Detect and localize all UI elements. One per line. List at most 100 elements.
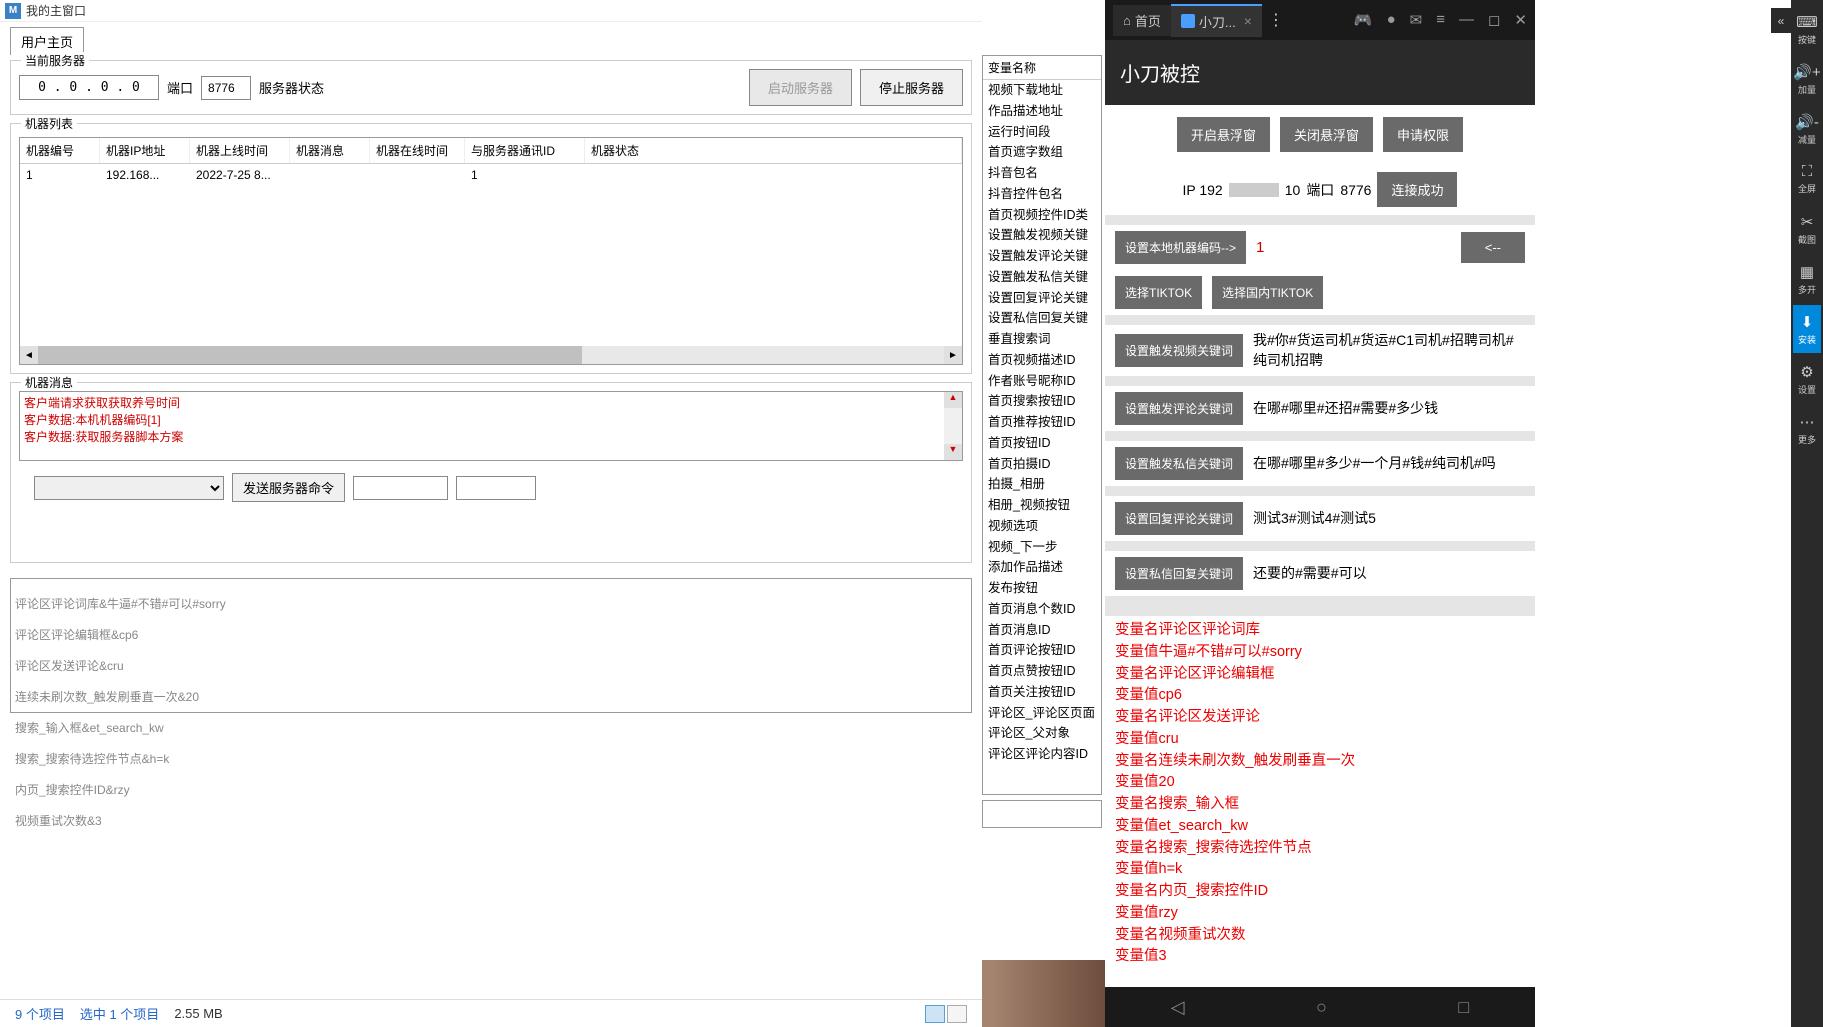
variable-item[interactable]: 拍摄_相册 <box>983 474 1101 495</box>
variable-item[interactable]: 评论区评论内容ID <box>983 744 1101 765</box>
close-float-button[interactable]: 关闭悬浮窗 <box>1280 117 1373 152</box>
more-tabs-icon[interactable]: ⋮ <box>1268 10 1284 30</box>
variable-item[interactable]: 首页遮字数组 <box>983 142 1101 163</box>
local-code-value: 1 <box>1256 239 1451 256</box>
scroll-left-arrow[interactable]: ◄ <box>20 346 38 364</box>
variable-item[interactable]: 首页推荐按钮ID <box>983 412 1101 433</box>
side-tool-减量[interactable]: 🔊-减量 <box>1793 105 1821 153</box>
maximize-icon[interactable]: ◻ <box>1488 11 1500 29</box>
set-keyword-button[interactable]: 设置触发视频关键词 <box>1115 334 1243 367</box>
view-icon-details[interactable] <box>925 1005 945 1023</box>
nav-home-icon[interactable]: ○ <box>1316 997 1327 1018</box>
request-perm-button[interactable]: 申请权限 <box>1383 117 1463 152</box>
variable-item[interactable]: 首页视频描述ID <box>983 350 1101 371</box>
variable-item[interactable]: 首页按钮ID <box>983 433 1101 454</box>
select-cn-tiktok-button[interactable]: 选择国内TIKTOK <box>1212 276 1323 309</box>
cmd-input-1[interactable] <box>353 476 448 500</box>
log-line: 搜索_输入框&et_search_kw <box>15 719 967 736</box>
side-tool-label: 减量 <box>1798 133 1816 146</box>
table-row[interactable]: 1 192.168... 2022-7-25 8... 1 <box>20 164 962 186</box>
variable-item[interactable]: 作品描述地址 <box>983 101 1101 122</box>
variable-item[interactable]: 设置私信回复关键 <box>983 308 1101 329</box>
variable-item[interactable]: 首页搜索按钮ID <box>983 391 1101 412</box>
cmd-input-2[interactable] <box>456 476 536 500</box>
machine-msg-fieldset: 机器消息 客户端请求获取获取养号时间 客户数据:本机机器编码[1] 客户数据:获… <box>10 382 972 563</box>
emulator-tab-app[interactable]: 小刀... × <box>1171 4 1262 37</box>
variable-item[interactable]: 相册_视频按钮 <box>983 495 1101 516</box>
variable-search-input[interactable] <box>982 800 1102 828</box>
menu-icon[interactable]: ≡ <box>1436 11 1445 29</box>
machine-msg-box[interactable]: 客户端请求获取获取养号时间 客户数据:本机机器编码[1] 客户数据:获取服务器脚… <box>19 391 963 461</box>
side-tool-label: 加量 <box>1798 83 1816 96</box>
machine-table[interactable]: 机器编号 机器IP地址 机器上线时间 机器消息 机器在线时间 与服务器通讯ID … <box>19 137 963 365</box>
gamepad-icon[interactable]: 🎮 <box>1354 11 1373 29</box>
log-line: 视频重试次数&3 <box>15 812 967 829</box>
start-server-button[interactable]: 启动服务器 <box>749 69 852 106</box>
collapse-sidebar-icon[interactable]: « <box>1771 8 1791 33</box>
horizontal-scrollbar[interactable]: ◄ ► <box>20 346 962 364</box>
stop-server-button[interactable]: 停止服务器 <box>860 69 963 106</box>
tab-user-home[interactable]: 用户主页 <box>10 27 84 55</box>
side-tool-按键[interactable]: ⌨按键 <box>1793 5 1821 53</box>
variable-item[interactable]: 设置触发评论关键 <box>983 246 1101 267</box>
user-icon[interactable]: ● <box>1387 11 1396 29</box>
variable-item[interactable]: 首页评论按钮ID <box>983 640 1101 661</box>
connect-status-button[interactable]: 连接成功 <box>1377 172 1457 207</box>
msg-line: 客户数据:本机机器编码[1] <box>24 411 958 428</box>
nav-recent-icon[interactable]: □ <box>1458 997 1469 1018</box>
variable-item[interactable]: 首页点赞按钮ID <box>983 661 1101 682</box>
scroll-right-arrow[interactable]: ► <box>944 346 962 364</box>
variable-item[interactable]: 首页消息ID <box>983 620 1101 641</box>
set-keyword-button[interactable]: 设置触发评论关键词 <box>1115 392 1243 425</box>
set-keyword-button[interactable]: 设置私信回复关键词 <box>1115 557 1243 590</box>
variable-item[interactable]: 垂直搜索词 <box>983 329 1101 350</box>
side-tool-安装[interactable]: ⬇安装 <box>1793 305 1821 353</box>
set-local-code-button[interactable]: 设置本地机器编码--> <box>1115 231 1246 264</box>
variable-item[interactable]: 设置回复评论关键 <box>983 288 1101 309</box>
open-float-button[interactable]: 开启悬浮窗 <box>1177 117 1270 152</box>
set-keyword-button[interactable]: 设置回复评论关键词 <box>1115 502 1243 535</box>
server-ip-input[interactable]: 0 . 0 . 0 . 0 <box>19 75 159 100</box>
mail-icon[interactable]: ✉ <box>1410 11 1423 29</box>
nav-back-icon[interactable]: ◁ <box>1171 997 1185 1018</box>
variable-item[interactable]: 首页视频控件ID类 <box>983 205 1101 226</box>
log-box[interactable]: 评论区评论词库&牛逼#不错#可以#sorry 评论区评论编辑框&cp6 评论区发… <box>10 578 972 713</box>
variable-item[interactable]: 运行时间段 <box>983 122 1101 143</box>
close-window-icon[interactable]: ✕ <box>1514 11 1527 29</box>
back-arrow-button[interactable]: <-- <box>1461 232 1525 263</box>
variable-item[interactable]: 视频下载地址 <box>983 80 1101 101</box>
vertical-scrollbar[interactable]: ▲ ▼ <box>944 392 962 460</box>
select-tiktok-button[interactable]: 选择TIKTOK <box>1115 276 1202 309</box>
side-tool-全屏[interactable]: ⛶全屏 <box>1793 155 1821 203</box>
emulator-tab-home[interactable]: ⌂ 首页 <box>1113 5 1171 36</box>
close-tab-icon[interactable]: × <box>1244 13 1252 29</box>
variable-item[interactable]: 评论区_父对象 <box>983 723 1101 744</box>
app-body[interactable]: 开启悬浮窗 关闭悬浮窗 申请权限 IP 192 10 端口 8776 连接成功 … <box>1105 105 1535 987</box>
minimize-icon[interactable]: — <box>1459 11 1474 29</box>
server-port-input[interactable] <box>201 76 251 100</box>
variable-item[interactable]: 视频_下一步 <box>983 537 1101 558</box>
variable-item[interactable]: 首页关注按钮ID <box>983 682 1101 703</box>
variable-item[interactable]: 抖音包名 <box>983 163 1101 184</box>
variable-item[interactable]: 评论区_评论区页面 <box>983 703 1101 724</box>
variable-item[interactable]: 抖音控件包名 <box>983 184 1101 205</box>
variable-panel[interactable]: 变量名称 视频下载地址作品描述地址运行时间段首页遮字数组抖音包名抖音控件包名首页… <box>982 55 1102 795</box>
side-tool-多开[interactable]: ▦多开 <box>1793 255 1821 303</box>
side-tool-更多[interactable]: ⋯更多 <box>1793 405 1821 453</box>
variable-item[interactable]: 发布按钮 <box>983 578 1101 599</box>
side-tool-设置[interactable]: ⚙设置 <box>1793 355 1821 403</box>
variable-item[interactable]: 作者账号昵称ID <box>983 371 1101 392</box>
side-tool-icon: ✂ <box>1801 213 1814 231</box>
variable-item[interactable]: 添加作品描述 <box>983 557 1101 578</box>
set-keyword-button[interactable]: 设置触发私信关键词 <box>1115 447 1243 480</box>
send-command-button[interactable]: 发送服务器命令 <box>232 473 345 502</box>
side-tool-截图[interactable]: ✂截图 <box>1793 205 1821 253</box>
variable-item[interactable]: 首页拍摄ID <box>983 454 1101 475</box>
variable-item[interactable]: 设置触发视频关键 <box>983 225 1101 246</box>
command-combo[interactable] <box>34 476 224 500</box>
variable-item[interactable]: 视频选项 <box>983 516 1101 537</box>
variable-item[interactable]: 设置触发私信关键 <box>983 267 1101 288</box>
view-icon-large[interactable] <box>947 1005 967 1023</box>
side-tool-加量[interactable]: 🔊+加量 <box>1793 55 1821 103</box>
variable-item[interactable]: 首页消息个数ID <box>983 599 1101 620</box>
